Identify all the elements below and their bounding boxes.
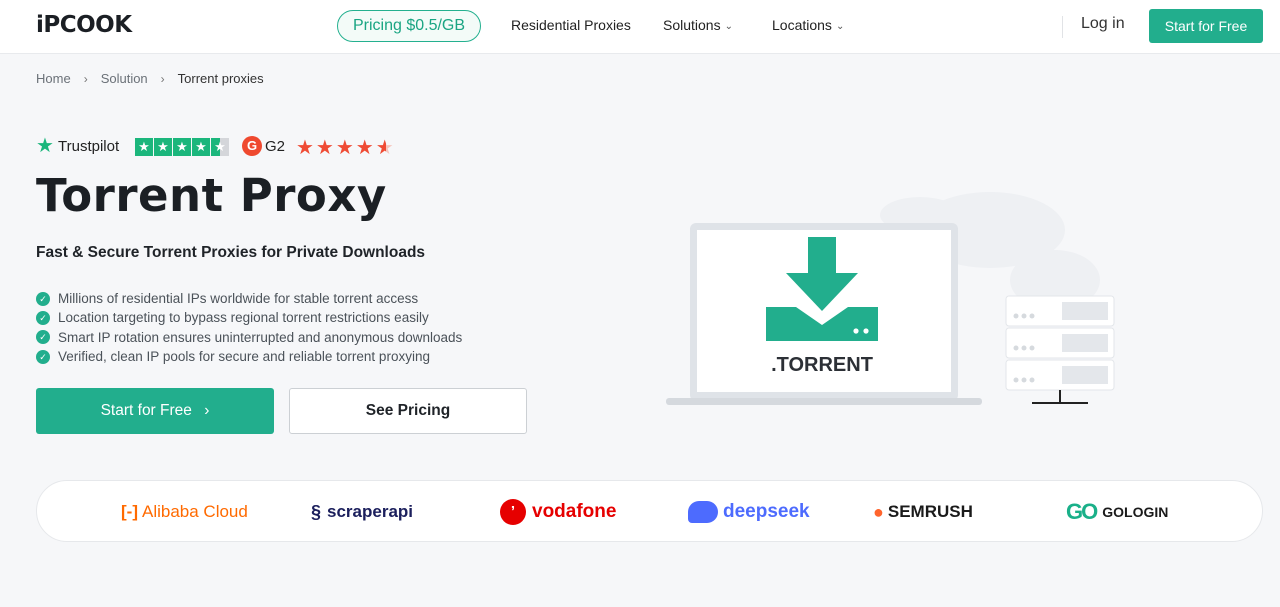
alibaba-icon: [-] <box>121 502 138 521</box>
partner-logos-strip: [-] Alibaba Cloud § scraperapi ’ vodafon… <box>36 480 1263 542</box>
list-item: ✓ Location targeting to bypass regional t… <box>36 308 462 327</box>
partner-name: Alibaba Cloud <box>141 502 248 521</box>
partner-name: deepseek <box>723 501 810 522</box>
chevron-right-icon: › <box>204 402 210 419</box>
breadcrumb: Home › Solution › Torrent proxies <box>36 71 264 86</box>
login-link[interactable]: Log in <box>1081 15 1125 33</box>
page-title: Torrent Proxy <box>36 169 387 222</box>
check-icon: ✓ <box>36 349 50 364</box>
chevron-down-icon: ⌄ <box>835 21 845 32</box>
breadcrumb-home[interactable]: Home <box>36 71 71 86</box>
star-icon: ★ <box>154 138 172 156</box>
g2-logo-icon: G <box>242 136 262 156</box>
partner-name: vodafone <box>532 501 617 522</box>
semrush-icon: ● <box>873 501 884 522</box>
check-icon: ✓ <box>36 330 50 345</box>
check-icon: ✓ <box>36 291 50 306</box>
nav-locations[interactable]: Locations ⌄ <box>772 17 844 33</box>
nav-solutions[interactable]: Solutions ⌄ <box>663 17 733 33</box>
g2-label: G2 <box>265 138 286 155</box>
nav-locations-label: Locations <box>772 17 832 33</box>
breadcrumb-current: Torrent proxies <box>177 71 264 86</box>
partner-name: SEMRUSH <box>887 502 973 521</box>
partner-deepseek: deepseek <box>688 499 810 525</box>
torrent-illustration: .TORRENT <box>666 192 1115 405</box>
half-star-icon: ★ <box>375 137 396 159</box>
nav-solutions-label: Solutions <box>663 17 721 33</box>
partner-name: GOLOGIN <box>1102 504 1169 520</box>
nav-residential-proxies-label: Residential Proxies <box>511 17 631 33</box>
trustpilot-label: Trustpilot <box>58 138 120 155</box>
vodafone-icon: ’ <box>500 499 526 525</box>
star-icon: ★ <box>192 138 210 156</box>
partner-vodafone: ’ vodafone <box>500 499 616 525</box>
check-icon: ✓ <box>36 310 50 325</box>
list-item: ✓ Verified, clean IP pools for secure and… <box>36 347 462 366</box>
list-item: ✓ Millions of residential IPs worldwide f… <box>36 289 462 308</box>
chevron-down-icon: ⌄ <box>724 21 733 32</box>
g2-rating: ★★★★★ <box>296 137 396 159</box>
site-header: iPCOOK Pricing $0.5/GB Residential Proxi… <box>0 0 1280 54</box>
half-star-icon: ★ <box>211 138 229 156</box>
partner-scraperapi: § scraperapi <box>311 499 413 525</box>
star-icon: ★ <box>173 138 191 156</box>
trustpilot-rating: ★ ★ ★ ★ ★ <box>135 138 229 156</box>
breadcrumb-solution[interactable]: Solution <box>101 71 148 86</box>
header-start-button[interactable]: Start for Free <box>1149 9 1263 43</box>
torrent-label: .TORRENT <box>771 354 873 376</box>
chevron-right-icon: › <box>160 72 165 86</box>
partner-semrush: ● SEMRUSH <box>873 499 973 525</box>
nav-residential-proxies[interactable]: Residential Proxies <box>511 17 631 33</box>
feature-text: Millions of residential IPs worldwide fo… <box>58 291 419 307</box>
start-for-free-button[interactable]: Start for Free › <box>36 388 274 434</box>
brand-logo[interactable]: iPCOOK <box>36 12 132 38</box>
pricing-pill-button[interactable]: Pricing $0.5/GB <box>337 10 481 42</box>
start-for-free-label: Start for Free <box>100 402 192 419</box>
see-pricing-button[interactable]: See Pricing <box>289 388 527 434</box>
server-icon <box>1005 295 1115 404</box>
scraperapi-icon: § <box>311 501 322 522</box>
nav-divider <box>1062 16 1063 38</box>
hero-subtitle: Fast & Secure Torrent Proxies for Privat… <box>36 244 426 261</box>
star-icon: ★ <box>135 138 153 156</box>
gologin-icon: GO <box>1066 499 1098 524</box>
feature-list: ✓ Millions of residential IPs worldwide f… <box>36 289 462 366</box>
feature-text: Verified, clean IP pools for secure and … <box>58 349 430 365</box>
partner-name: scraperapi <box>327 502 414 521</box>
trustpilot-star-icon: ★ <box>36 135 54 157</box>
chevron-right-icon: › <box>83 72 88 86</box>
feature-text: Smart IP rotation ensures uninterrupted … <box>58 329 463 345</box>
deepseek-icon <box>688 501 718 523</box>
partner-alibaba: [-] Alibaba Cloud <box>121 499 248 525</box>
feature-text: Location targeting to bypass regional to… <box>58 310 429 326</box>
partner-gologin: GO GOLOGIN <box>1066 499 1168 525</box>
list-item: ✓ Smart IP rotation ensures uninterrupted… <box>36 328 462 347</box>
